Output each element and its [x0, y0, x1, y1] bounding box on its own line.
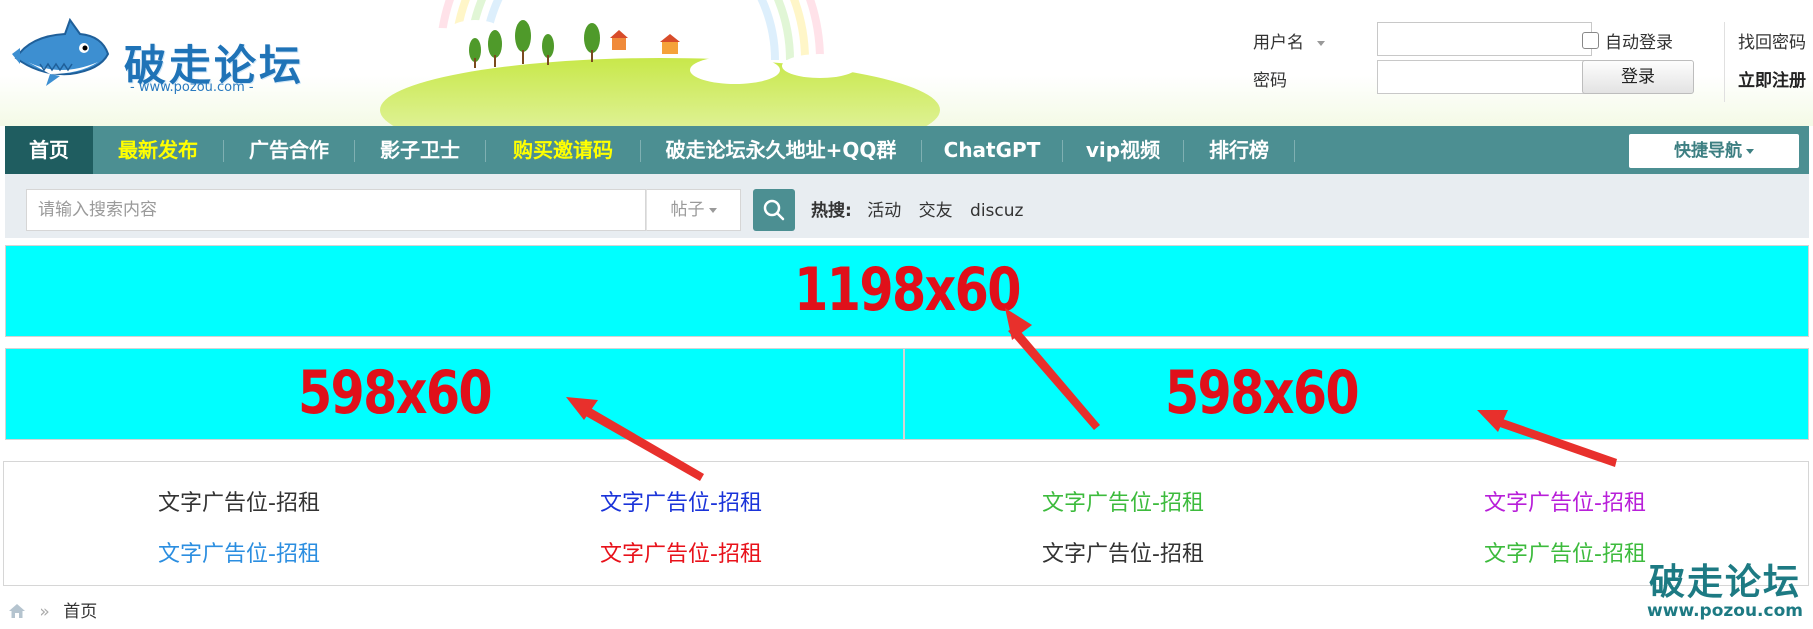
login-form: 用户名 自动登录 找回密码 密码 登录 立即注册	[1253, 22, 1813, 112]
text-ad-link[interactable]: 文字广告位-招租	[158, 485, 320, 517]
divider	[1724, 22, 1725, 102]
nav-divider	[1294, 140, 1295, 162]
banner-ad-full[interactable]: 1198x60	[5, 245, 1809, 337]
username-input[interactable]	[1377, 22, 1592, 56]
shark-mascot-icon	[12, 17, 110, 86]
search-bar: 帖子 热搜: 活动 交友 discuz	[5, 174, 1809, 238]
hot-search-label: 热搜:	[811, 201, 852, 221]
search-button[interactable]	[753, 189, 795, 231]
nav-item-chatgpt[interactable]: ChatGPT	[922, 126, 1062, 174]
search-icon	[763, 199, 785, 221]
text-ad-link[interactable]: 文字广告位-招租	[1484, 485, 1646, 517]
nav-item-vip-video[interactable]: vip视频	[1063, 126, 1183, 174]
home-icon[interactable]	[8, 603, 26, 619]
search-type-select[interactable]: 帖子	[646, 189, 741, 231]
breadcrumb-current[interactable]: 首页	[63, 602, 97, 622]
chevron-down-icon	[1317, 40, 1326, 46]
nav-item-ads[interactable]: 广告合作	[224, 126, 354, 174]
nav-item-latest[interactable]: 最新发布	[93, 126, 223, 174]
password-label: 密码	[1253, 71, 1287, 91]
nav-item-home[interactable]: 首页	[5, 126, 93, 174]
auto-login-label[interactable]: 自动登录	[1605, 28, 1673, 53]
hot-keyword[interactable]: 活动	[867, 201, 901, 221]
breadcrumb: » 首页	[8, 597, 97, 622]
register-link[interactable]: 立即注册	[1738, 66, 1806, 91]
banner-ad-label: 598x60	[297, 358, 493, 428]
nav-item-shadow-guard[interactable]: 影子卫士	[355, 126, 485, 174]
banner-ad-right[interactable]: 598x60	[904, 348, 1809, 440]
watermark: 破走论坛 www.pozou.com	[1647, 562, 1803, 621]
text-ad-link[interactable]: 文字广告位-招租	[600, 485, 762, 517]
site-logo[interactable]: 破走论坛 - www.pozou.com -	[10, 17, 301, 95]
login-button[interactable]: 登录	[1582, 60, 1694, 94]
logo-url: - www.pozou.com -	[130, 80, 254, 95]
banner-ad-label: 598x60	[1164, 358, 1360, 428]
site-header: 破走论坛 - www.pozou.com - 用户名 自动登录 找回密码 密码 …	[0, 0, 1813, 126]
text-ads: 文字广告位-招租 文字广告位-招租 文字广告位-招租 文字广告位-招租 文字广告…	[3, 461, 1809, 586]
password-input[interactable]	[1377, 60, 1592, 94]
find-password-link[interactable]: 找回密码	[1738, 28, 1806, 53]
banner-ad-label: 1198x60	[794, 255, 1021, 325]
text-ad-link[interactable]: 文字广告位-招租	[1042, 485, 1204, 517]
chevron-down-icon	[708, 207, 717, 213]
username-label[interactable]: 用户名	[1253, 28, 1326, 53]
auto-login-checkbox[interactable]	[1582, 32, 1599, 49]
hot-search: 热搜: 活动 交友 discuz	[811, 196, 1035, 221]
header-banner-image	[380, 0, 940, 126]
nav-item-ranking[interactable]: 排行榜	[1184, 126, 1294, 174]
nav-item-permanent-address[interactable]: 破走论坛永久地址+QQ群	[641, 126, 921, 174]
banner-ad-left[interactable]: 598x60	[5, 348, 904, 440]
hot-keyword[interactable]: 交友	[919, 201, 953, 221]
nav-item-buy-invite[interactable]: 购买邀请码	[486, 126, 640, 174]
text-ad-link[interactable]: 文字广告位-招租	[600, 536, 762, 568]
chevron-down-icon	[1746, 148, 1754, 154]
watermark-title: 破走论坛	[1649, 562, 1802, 603]
text-ad-link[interactable]: 文字广告位-招租	[1042, 536, 1204, 568]
watermark-url: www.pozou.com	[1647, 601, 1803, 621]
search-input[interactable]	[26, 189, 646, 231]
quick-nav-button[interactable]: 快捷导航	[1629, 134, 1799, 168]
text-ad-link[interactable]: 文字广告位-招租	[158, 536, 320, 568]
main-nav: 首页 最新发布 广告合作 影子卫士 购买邀请码 破走论坛永久地址+QQ群 Cha…	[5, 126, 1809, 174]
text-ad-link[interactable]: 文字广告位-招租	[1484, 536, 1646, 568]
hot-keyword[interactable]: discuz	[970, 201, 1023, 221]
